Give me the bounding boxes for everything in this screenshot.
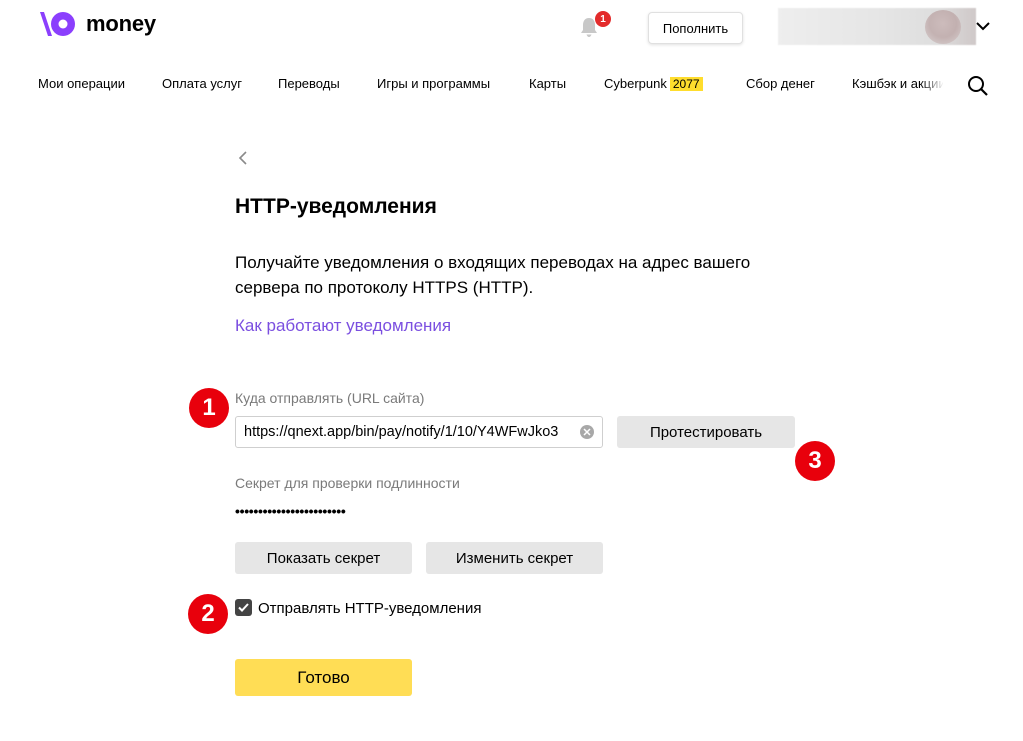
secret-value: •••••••••••••••••••••••• bbox=[235, 503, 346, 519]
yoomoney-logo-icon bbox=[40, 12, 75, 36]
search-icon[interactable] bbox=[967, 75, 989, 97]
nav-item-cards[interactable]: Карты bbox=[529, 76, 566, 91]
send-notifications-checkbox[interactable] bbox=[235, 599, 252, 616]
nav-item-games[interactable]: Игры и программы bbox=[377, 76, 490, 91]
annotation-marker-2: 2 bbox=[188, 594, 228, 634]
send-notifications-label[interactable]: Отправлять HTTP-уведомления bbox=[258, 600, 481, 617]
howto-link[interactable]: Как работают уведомления bbox=[235, 316, 451, 336]
show-secret-button[interactable]: Показать секрет bbox=[235, 542, 412, 574]
nav-item-payments[interactable]: Оплата услуг bbox=[162, 76, 242, 91]
avatar[interactable] bbox=[925, 10, 961, 44]
secret-label: Секрет для проверки подлинности bbox=[235, 475, 460, 491]
annotation-marker-1: 1 bbox=[189, 388, 229, 428]
test-button[interactable]: Протестировать bbox=[617, 416, 795, 448]
annotation-marker-3: 3 bbox=[795, 441, 835, 481]
clear-icon[interactable] bbox=[580, 425, 594, 439]
topup-button[interactable]: Пополнить bbox=[648, 12, 743, 44]
close-icon bbox=[583, 428, 591, 436]
chevron-down-icon[interactable] bbox=[975, 20, 991, 32]
url-label: Куда отправлять (URL сайта) bbox=[235, 390, 425, 406]
nav-fade bbox=[920, 74, 944, 96]
nav-item-cyberpunk[interactable]: Cyberpunk 2077 bbox=[604, 76, 703, 91]
url-input[interactable] bbox=[235, 416, 603, 448]
notification-badge: 1 bbox=[595, 11, 611, 27]
checkmark-icon bbox=[238, 603, 249, 612]
back-chevron-icon[interactable] bbox=[236, 150, 250, 166]
done-button[interactable]: Готово bbox=[235, 659, 412, 696]
brand-name: money bbox=[86, 11, 156, 36]
nav-item-transfers[interactable]: Переводы bbox=[278, 76, 340, 91]
logo[interactable]: money bbox=[38, 10, 156, 38]
nav-item-fundraising[interactable]: Сбор денег bbox=[746, 76, 815, 91]
cyberpunk-badge: 2077 bbox=[669, 77, 703, 91]
page-description: Получайте уведомления о входящих перевод… bbox=[235, 253, 751, 297]
nav-item-cyberpunk-label: Cyberpunk bbox=[604, 76, 667, 91]
page-title: HTTP-уведомления bbox=[235, 195, 437, 218]
change-secret-button[interactable]: Изменить секрет bbox=[426, 542, 603, 574]
nav-item-operations[interactable]: Мои операции bbox=[38, 76, 125, 91]
main-nav: Мои операции Оплата услуг Переводы Игры … bbox=[38, 76, 943, 94]
